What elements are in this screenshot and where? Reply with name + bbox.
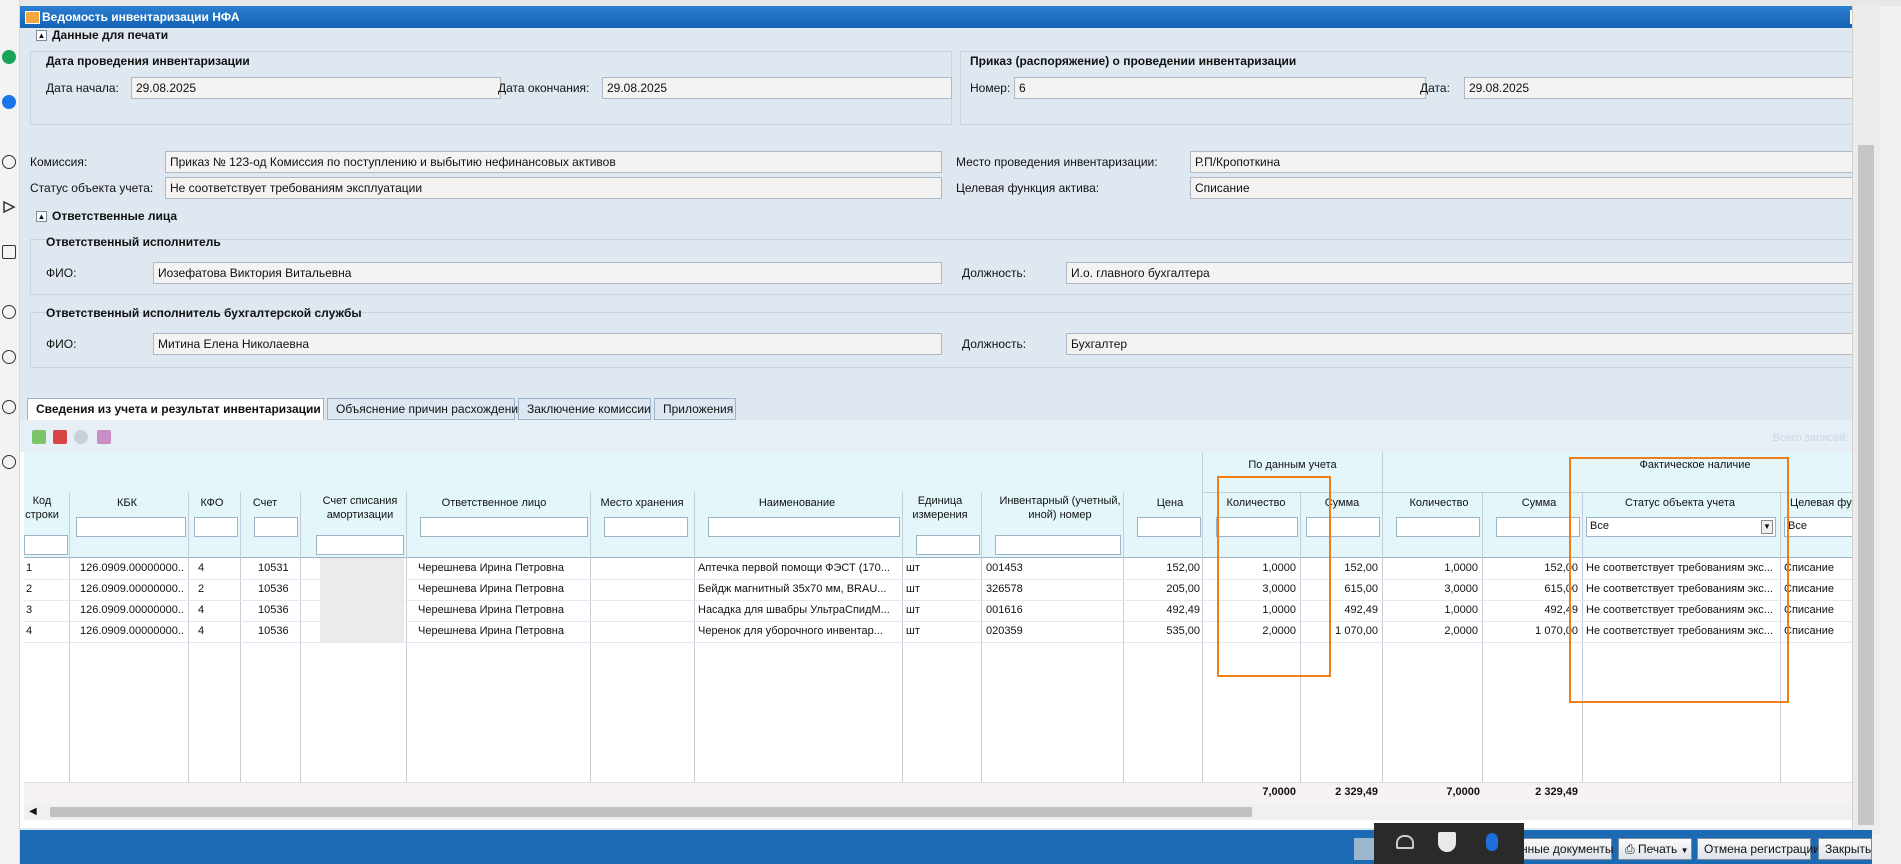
chevron-down-icon: ▼ [1680, 846, 1689, 855]
tab-discrepancy-reasons[interactable]: Объяснение причин расхождения [327, 398, 525, 420]
order-date-field[interactable]: 29.08.2025 [1464, 77, 1856, 99]
responsible-toggle[interactable]: Ответственные лица [52, 209, 177, 223]
tab-accounting-results[interactable]: Сведения из учета и результат инвентариз… [27, 398, 324, 420]
order-number-field[interactable]: 6 [1014, 77, 1426, 99]
cancel-registration-button[interactable]: Отмена регистрации [1697, 838, 1820, 860]
status-field[interactable]: Не соответствует требованиям эксплуатаци… [165, 177, 942, 199]
accountant-position-field[interactable]: Бухгалтер [1066, 333, 1856, 355]
status-label: Статус объекта учета: [30, 181, 154, 195]
system-tray-popup [1374, 823, 1524, 864]
start-date-label: Дата начала: [46, 81, 119, 95]
purpose-label: Целевая функция актива: [956, 181, 1100, 195]
collapse-print-icon[interactable]: ▲ [36, 30, 47, 41]
chat-icon[interactable] [2, 50, 16, 64]
copy-icon[interactable] [2, 245, 16, 259]
tab-attachments[interactable]: Приложения [654, 398, 736, 420]
circle-arrow-icon[interactable] [2, 155, 16, 169]
commission-field[interactable]: Приказ № 123-од Комиссия по поступлению … [165, 151, 942, 173]
messenger-icon[interactable] [2, 95, 16, 109]
linked-documents-button[interactable]: нные документы [1518, 838, 1613, 860]
bulb-icon[interactable] [2, 455, 16, 469]
purpose-field[interactable]: Списание [1190, 177, 1862, 199]
link-icon[interactable] [2, 305, 16, 319]
send-icon[interactable] [2, 200, 16, 214]
place-field[interactable]: Р.П/Кропоткина [1190, 151, 1862, 173]
window-vertical-scroll-thumb[interactable] [1858, 145, 1874, 825]
order-legend: Приказ (распоряжение) о проведении инвен… [970, 54, 1297, 68]
cloud-offline-icon[interactable] [1396, 835, 1414, 849]
left-toolbar [0, 0, 20, 864]
end-date-field[interactable]: 29.08.2025 [602, 77, 952, 99]
dates-legend: Дата проведения инвентаризации [46, 54, 250, 68]
end-date-label: Дата окончания: [498, 81, 590, 95]
executor-fio-label: ФИО: [46, 266, 77, 280]
close-button[interactable]: Закрыть [1818, 838, 1872, 860]
collapse-responsible-icon[interactable]: ▲ [36, 211, 47, 222]
accountant-legend: Ответственный исполнитель бухгалтерской … [46, 306, 362, 320]
accountant-fio-field[interactable]: Митина Елена Николаевна [153, 333, 942, 355]
order-date-label: Дата: [1420, 81, 1450, 95]
printer-icon: ⎙ [1625, 842, 1635, 856]
document-window: Ведомость инвентаризации НФА ▲ Данные дл… [20, 6, 1872, 864]
window-title: Ведомость инвентаризации НФА [42, 10, 240, 24]
executor-position-field[interactable]: И.о. главного бухгалтера [1066, 262, 1856, 284]
print-button-label: Печать [1637, 842, 1678, 856]
security-shield-icon[interactable] [1438, 832, 1456, 852]
place-label: Место проведения инвентаризации: [956, 155, 1158, 169]
accountant-position-label: Должность: [962, 337, 1027, 351]
bluetooth-icon[interactable] [1486, 833, 1498, 851]
order-number-label: Номер: [970, 81, 1011, 95]
commission-label: Комиссия: [30, 155, 88, 169]
print-section-toggle[interactable]: Данные для печати [52, 28, 168, 42]
highlight-fact-status [1569, 457, 1789, 703]
executor-position-label: Должность: [962, 266, 1027, 280]
clock-icon[interactable] [2, 350, 16, 364]
window-app-icon [25, 11, 40, 24]
gear-icon[interactable] [2, 400, 16, 414]
print-button[interactable]: ⎙ Печать ▼ [1618, 838, 1692, 860]
tab-commission-conclusion[interactable]: Заключение комиссии [518, 398, 651, 420]
executor-legend: Ответственный исполнитель [46, 235, 221, 249]
start-date-field[interactable]: 29.08.2025 [131, 77, 501, 99]
accountant-fio-label: ФИО: [46, 337, 77, 351]
executor-fio-field[interactable]: Иозефатова Виктория Витальевна [153, 262, 942, 284]
highlight-book-qty [1217, 476, 1331, 677]
window-titlebar: Ведомость инвентаризации НФА [20, 6, 1872, 28]
